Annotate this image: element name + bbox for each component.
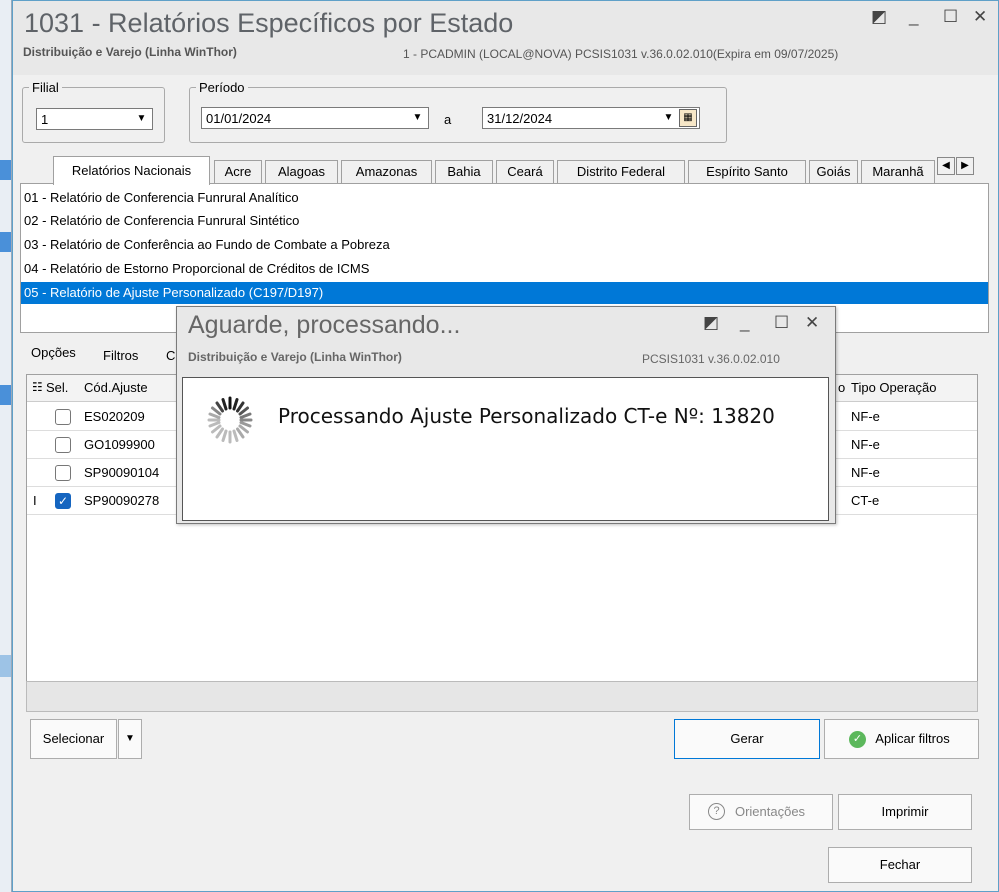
restore-icon[interactable]: ◩ [703, 313, 719, 333]
row-cursor-icon: I [33, 493, 37, 508]
selecionar-button[interactable]: Selecionar [30, 719, 117, 759]
background-bar [0, 655, 11, 677]
row-checkbox-checked[interactable]: ✓ [55, 493, 71, 509]
tab-maranhao[interactable]: Maranhã [861, 160, 935, 184]
tab-goias[interactable]: Goiás [809, 160, 858, 184]
list-item-selected[interactable]: 05 - Relatório de Ajuste Personalizado (… [21, 282, 988, 304]
aplicar-filtros-button[interactable]: ✓ Aplicar filtros [824, 719, 979, 759]
user-info: 1 - PCADMIN (LOCAL@NOVA) PCSIS1031 v.36.… [403, 47, 839, 61]
periodo-separator: a [444, 112, 452, 127]
tab-scroll-right-icon[interactable]: ▶ [956, 157, 974, 175]
tab-alagoas[interactable]: Alagoas [265, 160, 338, 184]
state-tabs: Relatórios Nacionais Acre Alagoas Amazon… [20, 156, 983, 185]
tab-distrito-federal[interactable]: Distrito Federal [557, 160, 685, 184]
row-checkbox[interactable] [55, 437, 71, 453]
window-title: 1031 - Relatórios Específicos por Estado [24, 8, 514, 38]
filial-value: 1 [41, 112, 49, 127]
cell-tipo: NF-e [851, 437, 880, 452]
processing-message: Processando Ajuste Personalizado CT-e Nº… [278, 404, 775, 428]
tab-bahia[interactable]: Bahia [435, 160, 493, 184]
filial-label: Filial [32, 80, 59, 95]
list-item[interactable]: 01 - Relatório de Conferencia Funrural A… [24, 187, 988, 209]
orientacoes-button[interactable]: ? Orientações [689, 794, 833, 830]
check-circle-icon: ✓ [849, 731, 866, 748]
chevron-down-icon[interactable]: ▼ [133, 111, 150, 127]
title-bar: 1031 - Relatórios Específicos por Estado… [13, 1, 998, 75]
cell-tipo: CT-e [851, 493, 880, 508]
background-bar [0, 385, 11, 405]
tab-opcoes[interactable]: Opções [31, 345, 76, 360]
dialog-title: Aguarde, processando... [188, 311, 461, 339]
header-sel[interactable]: Sel. [46, 380, 68, 395]
close-icon[interactable]: ✕ [973, 7, 987, 27]
column-chooser-icon[interactable]: ☷ [32, 380, 43, 394]
processing-dialog: Aguarde, processando... Distribuição e V… [176, 306, 836, 524]
chevron-down-icon[interactable]: ▼ [660, 110, 677, 126]
grid-footer [26, 681, 978, 712]
periodo-end-value: 31/12/2024 [487, 111, 553, 126]
cell-cod: SP90090104 [84, 465, 160, 480]
close-icon[interactable]: ✕ [805, 313, 819, 333]
selecionar-dropdown-icon[interactable]: ▼ [118, 719, 142, 759]
minimize-icon[interactable]: _ [740, 313, 749, 333]
help-icon: ? [708, 803, 725, 820]
header-tipo-operacao[interactable]: Tipo Operação [851, 380, 937, 395]
maximize-icon[interactable]: ☐ [774, 313, 789, 333]
cell-cod: SP90090278 [84, 493, 160, 508]
header-partial[interactable]: o [838, 380, 845, 395]
list-item[interactable]: 02 - Relatório de Conferencia Funrural S… [24, 210, 988, 232]
spinner-icon [207, 396, 253, 444]
tab-amazonas[interactable]: Amazonas [341, 160, 432, 184]
tab-acre[interactable]: Acre [214, 160, 262, 184]
dialog-body: Processando Ajuste Personalizado CT-e Nº… [182, 377, 829, 521]
list-item[interactable]: 03 - Relatório de Conferência ao Fundo d… [24, 234, 988, 256]
tab-relatorios-nacionais[interactable]: Relatórios Nacionais [53, 156, 210, 185]
cell-cod: ES020209 [84, 409, 145, 424]
row-checkbox[interactable] [55, 409, 71, 425]
background-window-strip [0, 0, 12, 892]
background-bar [0, 160, 11, 180]
tab-scroll-left-icon[interactable]: ◀ [937, 157, 955, 175]
aplicar-filtros-label: Aplicar filtros [875, 731, 950, 746]
list-item[interactable]: 04 - Relatório de Estorno Proporcional d… [24, 258, 988, 280]
tab-espirito-santo[interactable]: Espírito Santo [688, 160, 806, 184]
tab-third[interactable]: C [166, 348, 175, 363]
calendar-icon[interactable]: ▦ [679, 109, 697, 127]
header-cod-ajuste[interactable]: Cód.Ajuste [84, 380, 148, 395]
minimize-icon[interactable]: _ [909, 7, 918, 27]
periodo-start-field[interactable]: 01/01/2024 ▼ [201, 107, 429, 129]
window-subtitle: Distribuição e Varejo (Linha WinThor) [23, 45, 237, 59]
cell-tipo: NF-e [851, 409, 880, 424]
maximize-icon[interactable]: ☐ [943, 7, 958, 27]
gerar-button[interactable]: Gerar [674, 719, 820, 759]
row-checkbox[interactable] [55, 465, 71, 481]
chevron-down-icon[interactable]: ▼ [409, 110, 426, 126]
dialog-version: PCSIS1031 v.36.0.02.010 [642, 352, 780, 366]
periodo-start-value: 01/01/2024 [206, 111, 272, 126]
restore-icon[interactable]: ◩ [871, 7, 887, 27]
tab-ceara[interactable]: Ceará [496, 160, 554, 184]
orientacoes-label: Orientações [734, 804, 806, 819]
filial-select[interactable]: 1 ▼ [36, 108, 153, 130]
fechar-button[interactable]: Fechar [828, 847, 972, 883]
cell-tipo: NF-e [851, 465, 880, 480]
periodo-end-field[interactable]: 31/12/2024 ▼ ▦ [482, 107, 700, 129]
background-bar [0, 232, 11, 252]
periodo-label: Período [199, 80, 245, 95]
imprimir-button[interactable]: Imprimir [838, 794, 972, 830]
cell-cod: GO1099900 [84, 437, 155, 452]
dialog-subtitle: Distribuição e Varejo (Linha WinThor) [188, 350, 402, 364]
tab-filtros[interactable]: Filtros [103, 348, 138, 363]
